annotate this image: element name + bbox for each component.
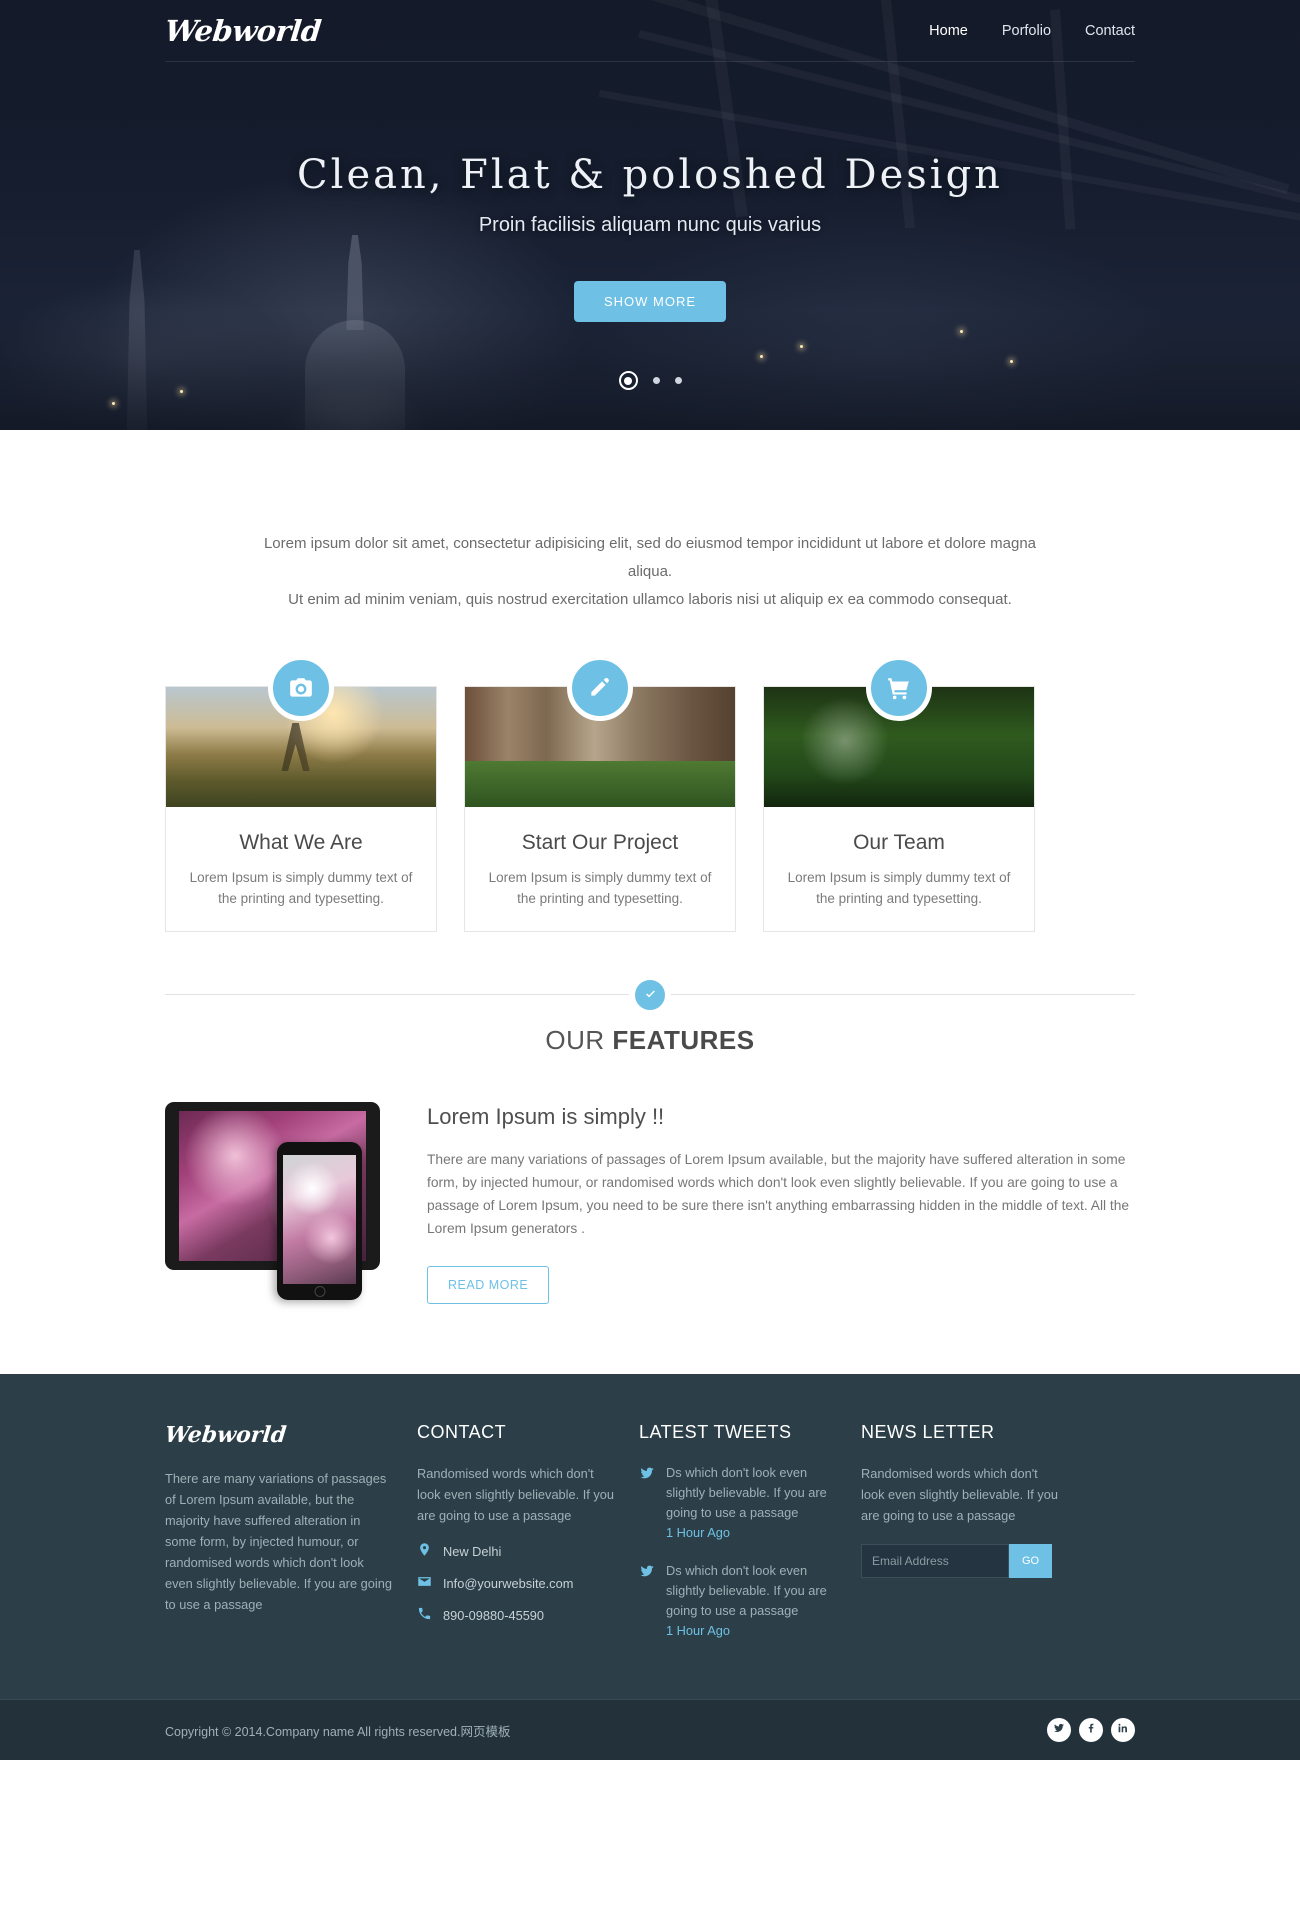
tweet-time: 1 Hour Ago (666, 1623, 731, 1638)
newsletter-go-button[interactable]: GO (1009, 1544, 1053, 1578)
hero-subtitle: Proin facilisis aliquam nunc quis varius (478, 214, 822, 236)
tweet-item[interactable]: Ds which don't look even slightly believ… (639, 1561, 837, 1641)
site-header: Webworld Home Porfolio Contact (0, 0, 1300, 62)
twitter-icon (639, 1463, 655, 1543)
footer-newsletter-heading: NEWS LETTER (861, 1422, 995, 1442)
footer-contact-column: CONTACT Randomised words which don't loo… (417, 1422, 639, 1659)
site-footer: Webworld There are many variations of pa… (0, 1374, 1300, 1699)
card-our-team[interactable]: Our Team Lorem Ipsum is simply dummy tex… (763, 655, 1035, 932)
tweet-item[interactable]: Ds which don't look even slightly believ… (639, 1463, 837, 1543)
features-paragraph: There are many variations of passages of… (427, 1152, 1130, 1236)
twitter-icon (639, 1561, 655, 1641)
features-heading: OUR FEATURES (165, 1025, 1135, 1056)
footer-tweets-column: LATEST TWEETS Ds which don't look even s… (639, 1422, 861, 1659)
section-divider (165, 973, 1135, 1016)
nav-item-porfolio[interactable]: Porfolio (1002, 23, 1051, 39)
cards-section: What We Are Lorem Ipsum is simply dummy … (165, 655, 1135, 932)
newsletter-email-input[interactable] (861, 1544, 1009, 1578)
contact-item-phone[interactable]: 890-09880-45590 (417, 1606, 615, 1624)
card-title: Start Our Project (521, 831, 679, 854)
intro-line-2: Ut enim ad minim veniam, quis nostrud ex… (288, 591, 1012, 608)
features-section: OUR FEATURES Lorem Ipsum is simply !! Th… (165, 973, 1135, 1374)
device-mockup-image (165, 1102, 395, 1300)
newsletter-form: GO (861, 1544, 1063, 1578)
slider-dot-2[interactable] (652, 377, 660, 384)
phone-icon (417, 1606, 432, 1624)
social-twitter-link[interactable] (1047, 1718, 1071, 1742)
card-description: Lorem Ipsum is simply dummy text of the … (189, 870, 413, 906)
tweet-text: Ds which don't look even slightly believ… (666, 1563, 827, 1618)
nav-item-contact[interactable]: Contact (1085, 23, 1135, 39)
contact-phone-value: 890-09880-45590 (443, 1607, 545, 1623)
pencil-edit-icon (567, 655, 633, 721)
features-heading-light: OUR (545, 1025, 613, 1055)
footer-newsletter-text: Randomised words which don't look even s… (861, 1466, 1059, 1523)
footer-contact-text: Randomised words which don't look even s… (417, 1466, 615, 1523)
contact-list: New Delhi Info@yourwebsite.com 890-09880… (417, 1542, 615, 1624)
features-heading-bold: FEATURES (612, 1025, 755, 1055)
footer-tweets-heading: LATEST TWEETS (639, 1422, 792, 1442)
contact-email-value: Info@yourwebsite.com (443, 1575, 574, 1591)
footer-contact-heading: CONTACT (417, 1422, 507, 1442)
show-more-button[interactable]: SHOW MORE (573, 281, 727, 322)
contact-location-value: New Delhi (443, 1543, 502, 1559)
social-links (1047, 1718, 1135, 1742)
social-facebook-link[interactable] (1079, 1718, 1103, 1742)
copyright-text: Copyright © 2014.Company name All rights… (165, 1724, 511, 1739)
contact-item-location[interactable]: New Delhi (417, 1542, 615, 1560)
intro-line-1: Lorem ipsum dolor sit amet, consectetur … (263, 535, 1037, 580)
hero-content: Clean, Flat & poloshed Design Proin faci… (0, 62, 1300, 322)
footer-about-column: Webworld There are many variations of pa… (164, 1422, 417, 1659)
hero-title: Clean, Flat & poloshed Design (297, 152, 1003, 198)
map-pin-icon (417, 1542, 432, 1560)
twitter-icon (1053, 1721, 1065, 1739)
footer-newsletter-column: NEWS LETTER Randomised words which don't… (861, 1422, 1087, 1659)
linkedin-icon (1117, 1721, 1129, 1739)
slider-dot-3[interactable] (674, 377, 682, 384)
check-circle-icon (629, 973, 671, 1016)
card-description: Lorem Ipsum is simply dummy text of the … (488, 870, 712, 906)
tweet-time: 1 Hour Ago (666, 1525, 731, 1540)
read-more-button[interactable]: READ MORE (427, 1266, 550, 1304)
card-title: Our Team (853, 831, 945, 854)
card-description: Lorem Ipsum is simply dummy text of the … (787, 870, 1011, 906)
phone-device (277, 1142, 362, 1300)
copyright-bar: Copyright © 2014.Company name All rights… (0, 1699, 1300, 1760)
card-what-we-are[interactable]: What We Are Lorem Ipsum is simply dummy … (165, 655, 437, 932)
hero-section: Webworld Home Porfolio Contact Clean, Fl… (0, 0, 1300, 430)
slider-dot-1[interactable] (618, 371, 638, 390)
main-navigation: Home Porfolio Contact (929, 23, 1135, 39)
card-title: What We Are (239, 831, 363, 854)
page-root: Webworld Home Porfolio Contact Clean, Fl… (0, 0, 1300, 1760)
camera-icon (268, 655, 334, 721)
social-linkedin-link[interactable] (1111, 1718, 1135, 1742)
facebook-icon (1085, 1721, 1097, 1739)
footer-logo[interactable]: Webworld (164, 1422, 395, 1448)
envelope-icon (417, 1574, 432, 1592)
slider-dots (0, 371, 1300, 390)
nav-item-home[interactable]: Home (929, 23, 968, 39)
tweet-text: Ds which don't look even slightly believ… (666, 1465, 827, 1520)
footer-about-text: There are many variations of passages of… (165, 1471, 392, 1612)
site-logo[interactable]: Webworld (163, 14, 322, 48)
shopping-cart-icon (866, 655, 932, 721)
card-start-our-project[interactable]: Start Our Project Lorem Ipsum is simply … (464, 655, 736, 932)
features-title: Lorem Ipsum is simply !! (427, 1104, 665, 1129)
intro-section: Lorem ipsum dolor sit amet, consectetur … (0, 430, 1300, 614)
contact-item-email[interactable]: Info@yourwebsite.com (417, 1574, 615, 1592)
